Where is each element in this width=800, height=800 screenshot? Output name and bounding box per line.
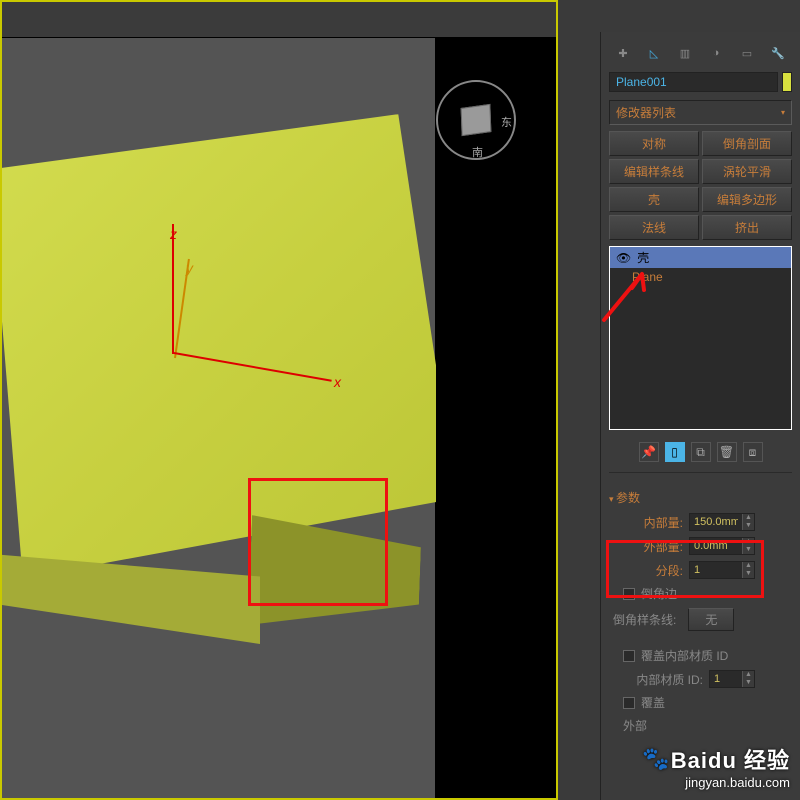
watermark: 🐾Baidu 经验 jingyan.baidu.com [642, 743, 790, 790]
model-slab-side-front[interactable] [0, 554, 260, 644]
object-color-swatch[interactable] [782, 72, 792, 92]
paw-icon: 🐾 [642, 746, 670, 772]
model-slab-top[interactable] [0, 113, 470, 603]
bevel-spline-row: 倒角样条线: 无 [609, 605, 792, 634]
modify-tab-icon[interactable]: ◺ [644, 44, 664, 62]
viewport-scene[interactable]: z y x [2, 38, 436, 798]
create-tab-icon[interactable]: ✚ [613, 44, 633, 62]
edit-poly-button[interactable]: 编辑多边形 [702, 187, 792, 212]
utilities-tab-icon[interactable]: 🔧 [768, 44, 788, 62]
viewport-top-strip [2, 2, 556, 38]
inner-amount-row: 内部量: ▲▼ [609, 510, 792, 534]
inner-amount-spinner[interactable]: ▲▼ [689, 513, 755, 531]
shell-button[interactable]: 壳 [609, 187, 699, 212]
spinner-up-icon[interactable]: ▲ [742, 671, 754, 679]
stack-item-shell[interactable]: 👁 壳 [610, 247, 791, 268]
viewcube-south-label[interactable]: 南 [472, 144, 483, 160]
spinner-down-icon[interactable]: ▼ [742, 522, 754, 530]
override-inner-mat-checkbox[interactable] [623, 650, 635, 662]
viewport-3d[interactable]: z y x 东 南 [0, 0, 558, 800]
modifier-list-label: 修改器列表 [616, 104, 676, 121]
object-name-row [609, 72, 792, 92]
override-inner-mat-row: 覆盖内部材质 ID [609, 644, 792, 667]
pin-icon[interactable]: 📌 [639, 442, 659, 462]
override-outer-label: 覆盖 [641, 694, 665, 711]
override-outer-row: 覆盖 [609, 691, 792, 714]
spinner-down-icon[interactable]: ▼ [742, 679, 754, 687]
inner-amount-input[interactable] [690, 516, 742, 528]
motion-tab-icon[interactable]: ◑ [706, 44, 726, 62]
hierarchy-tab-icon[interactable]: ▥ [675, 44, 695, 62]
command-panel: ✚ ◺ ▥ ◑ ▭ 🔧 修改器列表 对称 倒角剖面 编辑样条线 涡轮平滑 壳 编… [600, 32, 800, 800]
watermark-url: jingyan.baidu.com [642, 775, 790, 790]
display-tab-icon[interactable]: ▭ [737, 44, 757, 62]
inner-mat-id-label: 内部材质 ID: [623, 671, 703, 688]
edit-spline-button[interactable]: 编辑样条线 [609, 159, 699, 184]
inner-mat-id-row: 内部材质 ID: ▲▼ [609, 667, 792, 691]
override-inner-mat-label: 覆盖内部材质 ID [641, 647, 728, 664]
inner-amount-label: 内部量: [633, 514, 683, 531]
extrude-button[interactable]: 挤出 [702, 215, 792, 240]
highlight-arrow [592, 268, 652, 328]
stack-toolbar: 📌 ▯ ⧉ 🗑 ⧈ [609, 436, 792, 473]
modifier-list-dropdown[interactable]: 修改器列表 [609, 100, 792, 125]
make-unique-icon[interactable]: ⧉ [691, 442, 711, 462]
object-name-input[interactable] [609, 72, 778, 92]
turbosmooth-button[interactable]: 涡轮平滑 [702, 159, 792, 184]
watermark-brand: 🐾Baidu 经验 [642, 743, 790, 775]
bevel-spline-none-button[interactable]: 无 [688, 608, 734, 631]
show-end-result-icon[interactable]: ▯ [665, 442, 685, 462]
gizmo-label-x: x [334, 374, 341, 390]
symmetry-button[interactable]: 对称 [609, 131, 699, 156]
normal-button[interactable]: 法线 [609, 215, 699, 240]
gizmo-label-y: y [186, 260, 193, 276]
remove-modifier-icon[interactable]: 🗑 [717, 442, 737, 462]
viewcube-cube[interactable] [461, 104, 492, 136]
eye-icon[interactable]: 👁 [616, 251, 631, 265]
override-outer-checkbox[interactable] [623, 697, 635, 709]
chamfer-profile-button[interactable]: 倒角剖面 [702, 131, 792, 156]
spinner-up-icon[interactable]: ▲ [742, 514, 754, 522]
configure-sets-icon[interactable]: ⧈ [743, 442, 763, 462]
gizmo-label-z: z [170, 226, 177, 242]
gizmo-axis-z[interactable] [172, 224, 174, 354]
modifier-quick-buttons: 对称 倒角剖面 编辑样条线 涡轮平滑 壳 编辑多边形 法线 挤出 [609, 131, 792, 240]
inner-mat-id-spinner[interactable]: ▲▼ [709, 670, 755, 688]
viewcube[interactable]: 东 南 [436, 80, 516, 160]
stack-item-shell-label: 壳 [637, 249, 649, 266]
bevel-spline-label: 倒角样条线: [613, 611, 676, 628]
outer-mat-row: 外部 [609, 714, 792, 737]
highlight-params-box [606, 540, 764, 598]
panel-tab-row: ✚ ◺ ▥ ◑ ▭ 🔧 [609, 38, 792, 72]
params-section-header[interactable]: 参数 [609, 485, 792, 510]
viewcube-east-label[interactable]: 东 [501, 114, 512, 130]
highlight-corner-box [248, 478, 388, 606]
outer-mat-label: 外部 [623, 717, 647, 734]
inner-mat-id-input[interactable] [710, 673, 742, 685]
